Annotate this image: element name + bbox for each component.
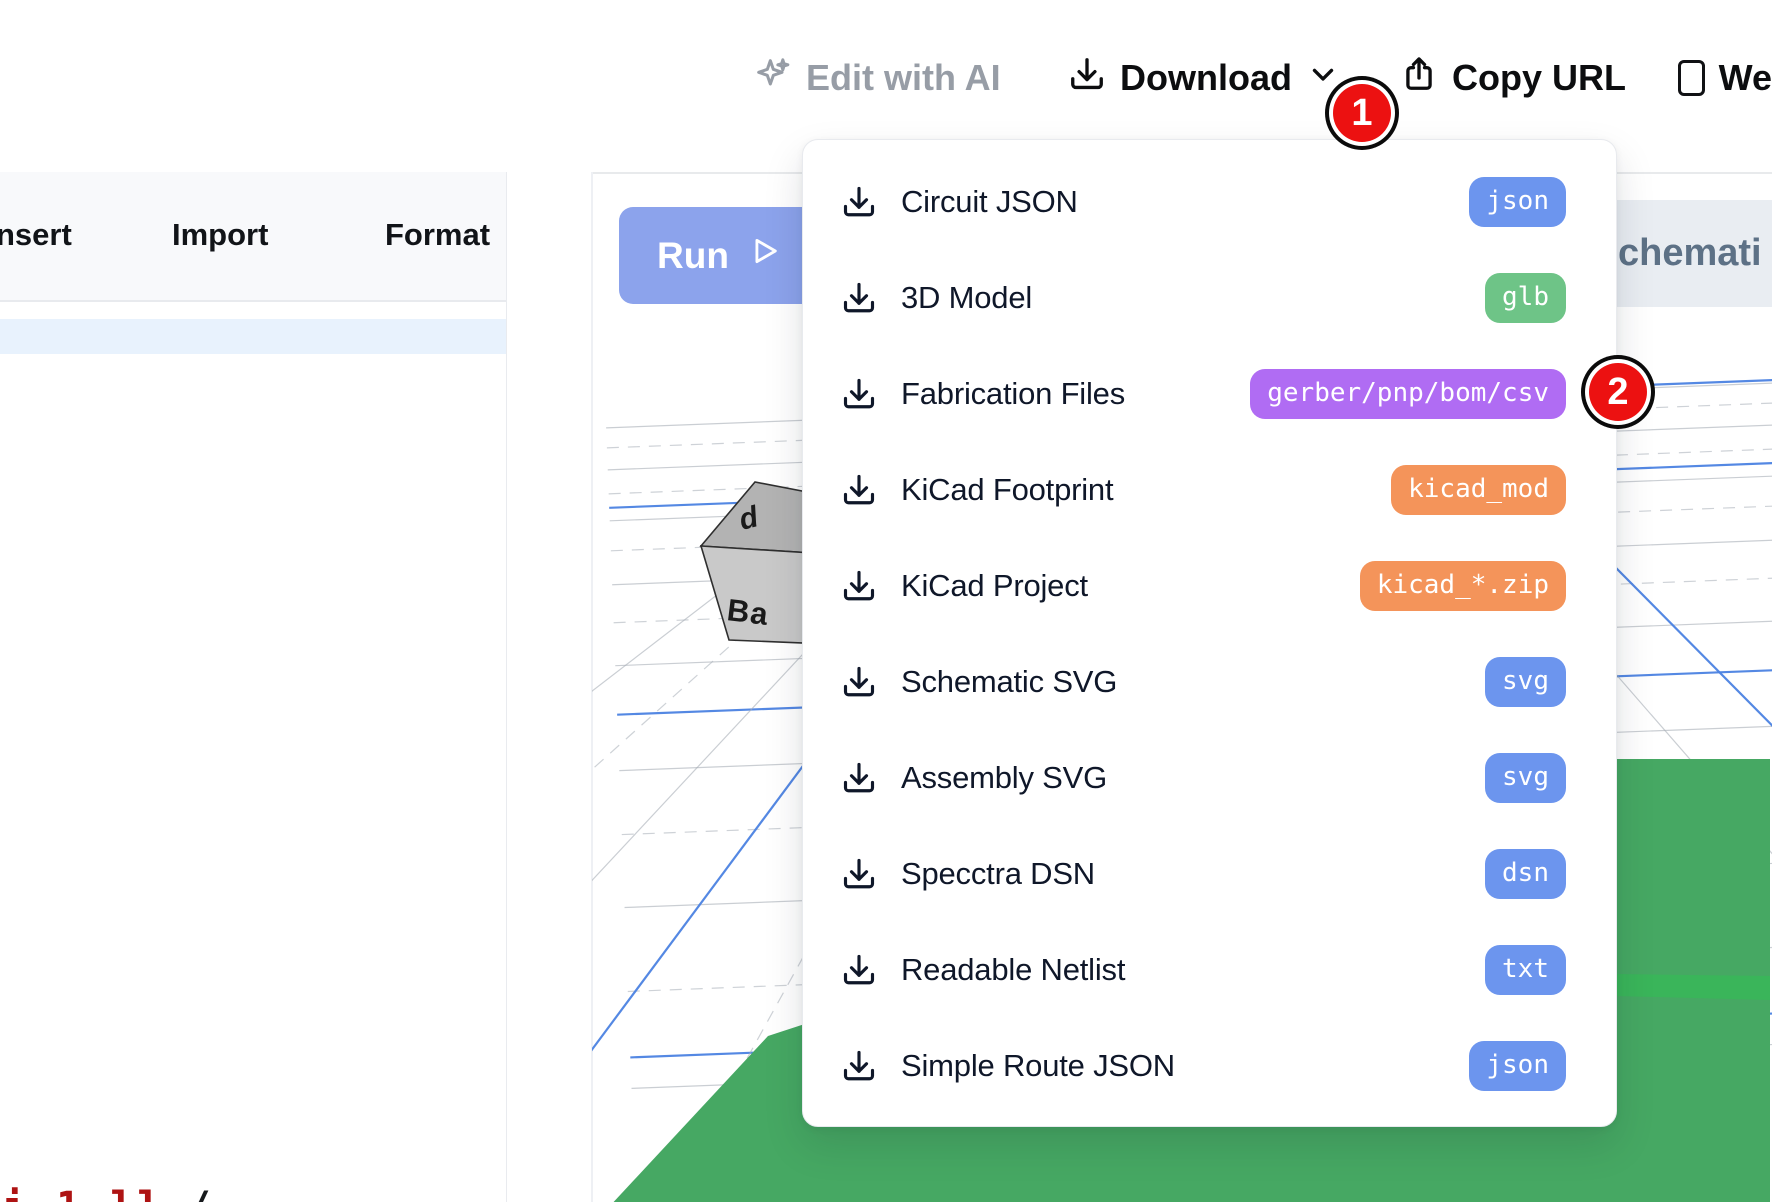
menu-item-label: Simple Route JSON	[901, 1048, 1175, 1084]
menu-item-readable-netlist[interactable]: Readable Netlist txt	[803, 922, 1616, 1018]
menu-item-label: Readable Netlist	[901, 952, 1125, 988]
pcb-board-edge-band	[1615, 974, 1770, 1000]
run-label: Run	[657, 235, 729, 277]
run-button[interactable]: Run	[619, 207, 819, 304]
download-menu: Circuit JSON json 3D Model glb Fabricati…	[802, 139, 1617, 1127]
menu-item-label: 3D Model	[901, 280, 1032, 316]
copy-url-label: Copy URL	[1452, 57, 1626, 99]
editor-menubar: nsert Import Format	[0, 172, 506, 302]
download-icon	[841, 952, 877, 988]
app-root: Edit with AI Download Copy URL We nsert …	[0, 0, 1772, 1202]
menubar-item-import[interactable]: Import	[172, 172, 268, 298]
tab-schematic-label: chemati	[1618, 232, 1762, 275]
download-icon	[841, 1048, 877, 1084]
play-icon	[747, 234, 781, 277]
download-icon	[841, 856, 877, 892]
menu-item-kicad-footprint[interactable]: KiCad Footprint kicad_mod	[803, 442, 1616, 538]
download-icon	[1068, 55, 1106, 102]
format-badge: json	[1469, 177, 1566, 227]
download-icon	[841, 760, 877, 796]
format-badge: svg	[1485, 753, 1566, 803]
menu-item-circuit-json[interactable]: Circuit JSON json	[803, 154, 1616, 250]
annotation-circle-1: 1	[1333, 84, 1391, 142]
menu-item-label: Schematic SVG	[901, 664, 1117, 700]
menu-item-specctra-dsn[interactable]: Specctra DSN dsn	[803, 826, 1616, 922]
download-button[interactable]: Download	[1068, 48, 1340, 108]
webview-label: We	[1719, 57, 1772, 99]
copy-url-button[interactable]: Copy URL	[1400, 48, 1626, 108]
edit-with-ai-button[interactable]: Edit with AI	[752, 48, 1001, 108]
menu-item-label: Fabrication Files	[901, 376, 1125, 412]
download-label: Download	[1120, 57, 1292, 99]
editor-highlight-line	[0, 319, 506, 354]
menubar-item-insert[interactable]: nsert	[0, 172, 72, 298]
webview-toggle[interactable]: We	[1678, 48, 1772, 108]
menu-item-fabrication-files[interactable]: Fabrication Files gerber/pnp/bom/csv	[803, 346, 1616, 442]
annotation-2-label: 2	[1607, 371, 1628, 414]
menubar-item-format[interactable]: Format	[385, 172, 490, 298]
code-token-slash: /	[187, 1184, 214, 1202]
menu-item-schematic-svg[interactable]: Schematic SVG svg	[803, 634, 1616, 730]
menu-item-3d-model[interactable]: 3D Model glb	[803, 250, 1616, 346]
share-icon	[1400, 55, 1438, 102]
gizmo-front-label: Ba	[725, 592, 771, 632]
format-badge: kicad_mod	[1391, 465, 1566, 515]
menu-item-kicad-project[interactable]: KiCad Project kicad_*.zip	[803, 538, 1616, 634]
tab-schematic[interactable]: chemati	[1604, 200, 1772, 307]
download-icon	[841, 376, 877, 412]
download-icon	[841, 472, 877, 508]
chevron-down-icon	[1306, 57, 1340, 100]
menu-item-assembly-svg[interactable]: Assembly SVG svg	[803, 730, 1616, 826]
menu-item-label: Specctra DSN	[901, 856, 1095, 892]
menu-item-simple-route-json[interactable]: Simple Route JSON json	[803, 1018, 1616, 1114]
format-badge: gerber/pnp/bom/csv	[1250, 369, 1566, 419]
menu-item-label: KiCad Footprint	[901, 472, 1113, 508]
format-badge: txt	[1485, 945, 1566, 995]
webview-checkbox[interactable]	[1678, 60, 1705, 96]
format-badge: json	[1469, 1041, 1566, 1091]
format-badge: svg	[1485, 657, 1566, 707]
editor-code-fragment: i 1 ll /	[2, 1184, 214, 1202]
menu-item-label: KiCad Project	[901, 568, 1088, 604]
format-badge: glb	[1485, 273, 1566, 323]
download-icon	[841, 568, 877, 604]
menu-item-label: Circuit JSON	[901, 184, 1078, 220]
sparkle-icon	[752, 54, 792, 103]
download-icon	[841, 664, 877, 700]
annotation-circle-2: 2	[1589, 363, 1647, 421]
code-token-red: i 1 ll	[2, 1184, 165, 1202]
menu-item-label: Assembly SVG	[901, 760, 1107, 796]
download-icon	[841, 184, 877, 220]
download-icon	[841, 280, 877, 316]
format-badge: dsn	[1485, 849, 1566, 899]
format-badge: kicad_*.zip	[1360, 561, 1566, 611]
code-editor[interactable]: i 1 ll /	[0, 302, 506, 1202]
edit-with-ai-label: Edit with AI	[806, 57, 1001, 99]
annotation-1-label: 1	[1351, 92, 1372, 135]
